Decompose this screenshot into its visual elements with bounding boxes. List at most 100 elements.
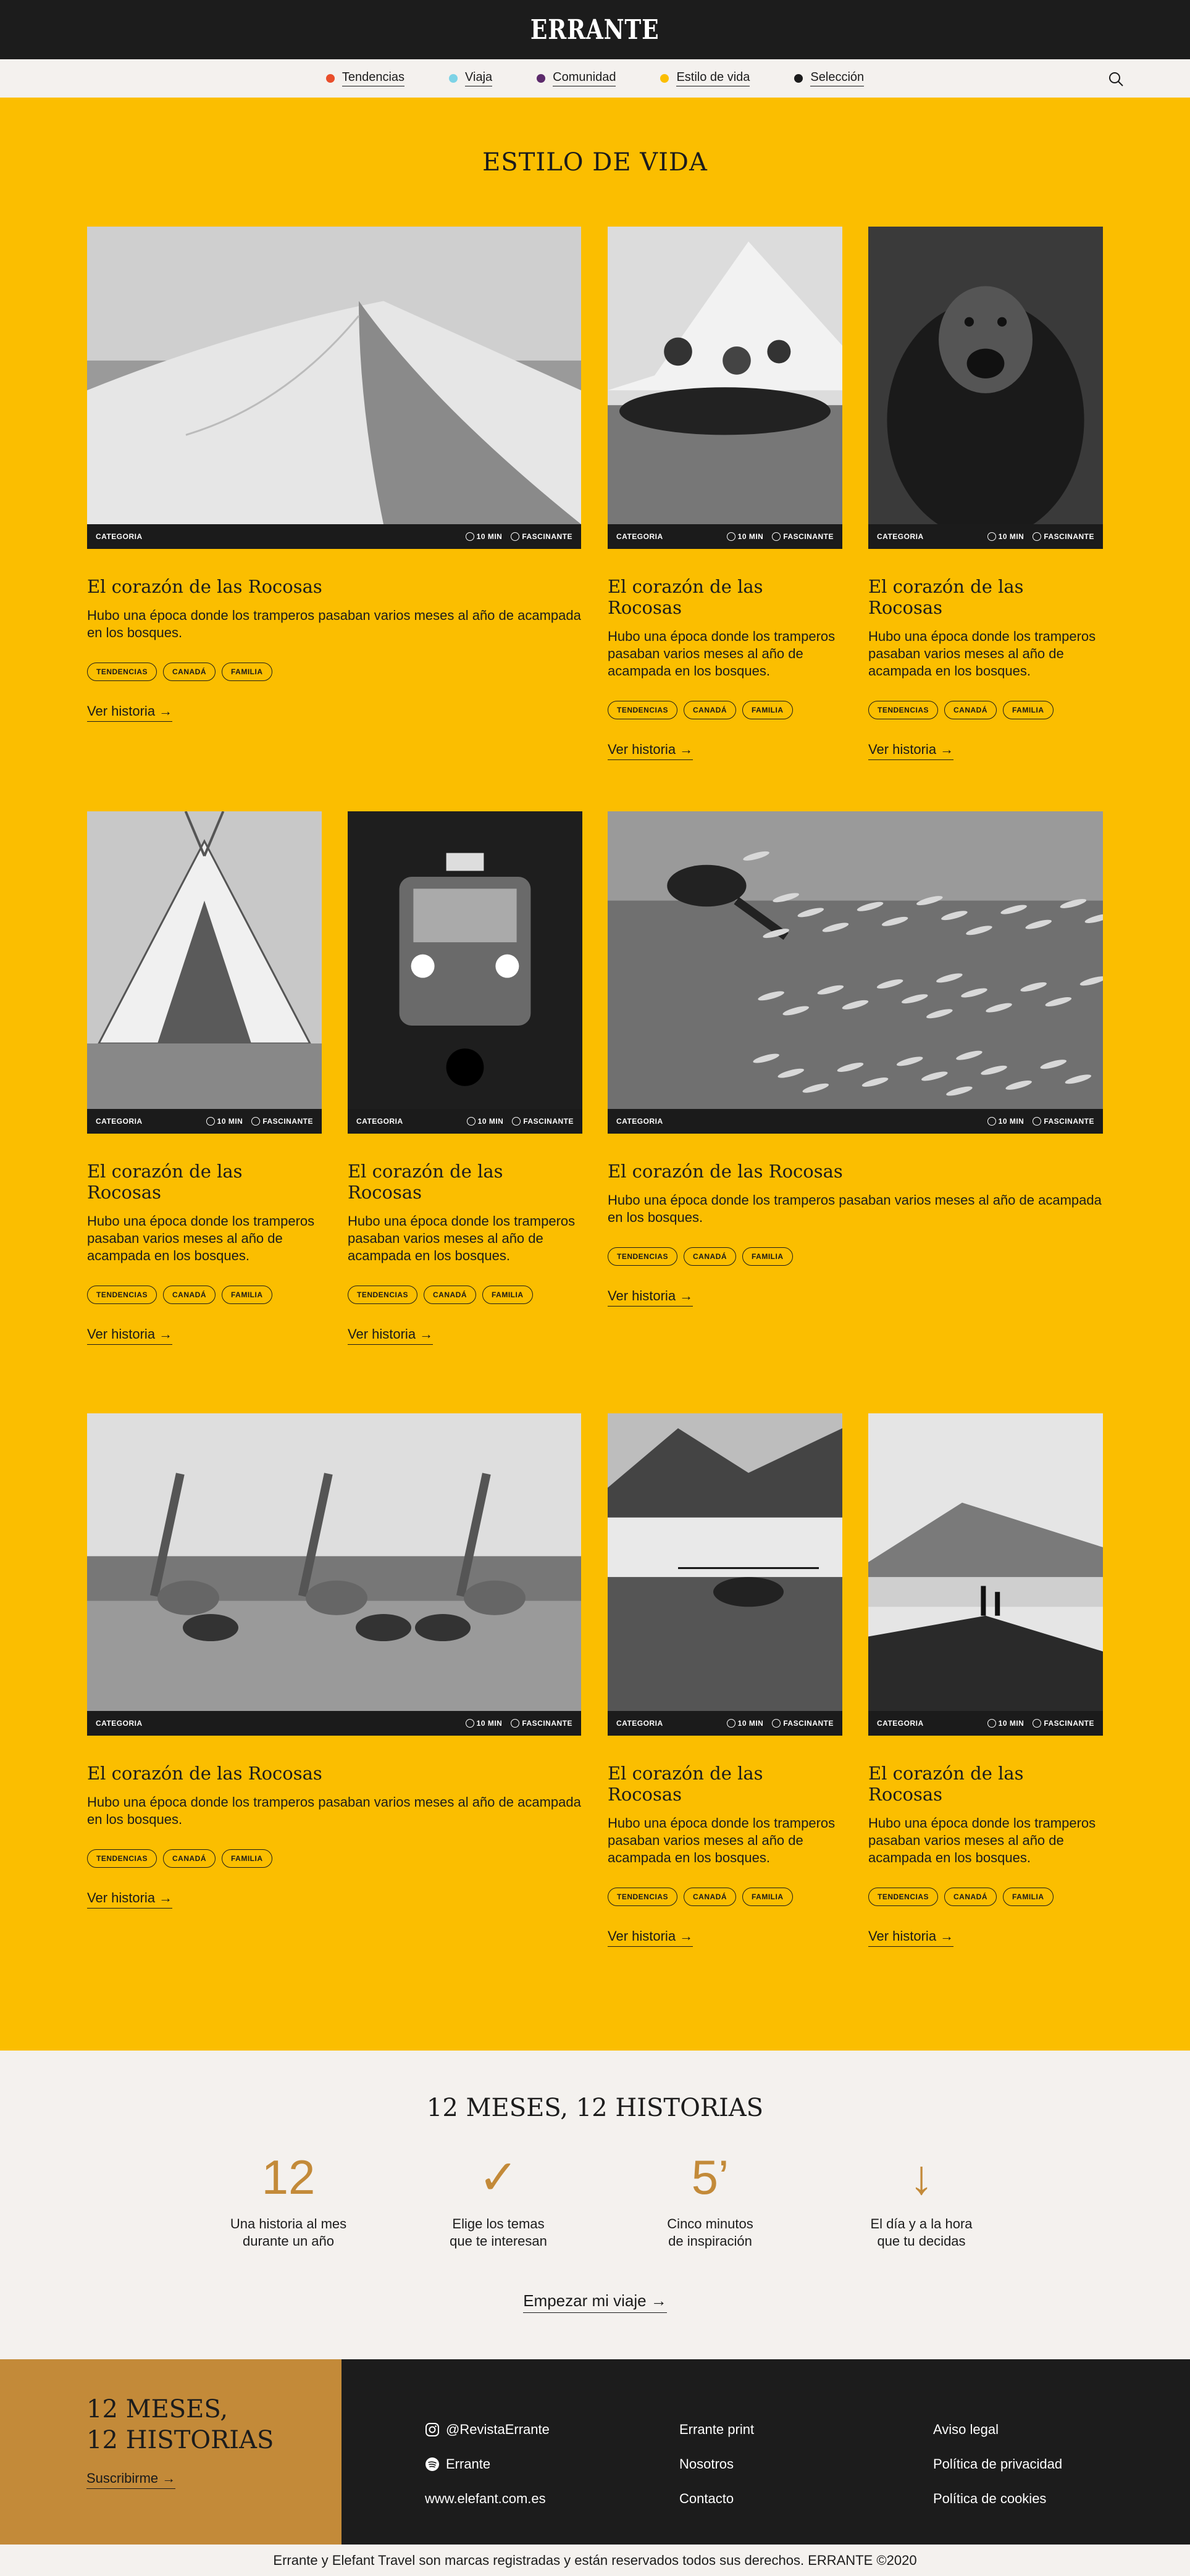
tag-tendencias[interactable]: TENDENCIAS — [608, 1247, 678, 1266]
view-story-link[interactable]: Ver historia → — [87, 1326, 173, 1345]
story-card[interactable]: CATEGORIA 10 MIN FASCINANTE El corazón d… — [868, 1413, 1103, 1947]
clock-icon — [465, 532, 474, 541]
tag-canada[interactable]: CANADÁ — [163, 1286, 216, 1304]
view-story-link[interactable]: Ver historia → — [868, 1928, 954, 1947]
card-photo[interactable] — [868, 227, 1103, 524]
tag-familia[interactable]: FAMILIA — [482, 1286, 533, 1304]
card-title[interactable]: El corazón de las Rocosas — [608, 576, 842, 618]
tag-tendencias[interactable]: TENDENCIAS — [87, 1849, 157, 1868]
card-category: CATEGORIA — [96, 1719, 143, 1728]
view-story-link[interactable]: Ver historia → — [868, 742, 954, 760]
card-title[interactable]: El corazón de las Rocosas — [868, 1763, 1103, 1805]
tag-familia[interactable]: FAMILIA — [222, 1849, 272, 1868]
card-title[interactable]: El corazón de las Rocosas — [608, 1763, 842, 1805]
card-photo[interactable] — [87, 811, 322, 1109]
nav-item-seleccion[interactable]: Selección — [794, 70, 865, 86]
view-story-link[interactable]: Ver historia → — [608, 742, 693, 760]
nav-item-comunidad[interactable]: Comunidad — [537, 70, 616, 86]
card-title[interactable]: El corazón de las Rocosas — [348, 1161, 582, 1203]
card-media[interactable]: CATEGORIA 10 MIN FASCINANTE — [87, 227, 581, 549]
card-media[interactable]: CATEGORIA 10 MIN FASCINANTE — [608, 1413, 842, 1736]
story-card[interactable]: CATEGORIA 10 MIN FASCINANTE El corazón d… — [608, 1413, 842, 1947]
tag-canada[interactable]: CANADÁ — [944, 1888, 997, 1906]
card-title[interactable]: El corazón de las Rocosas — [87, 1763, 581, 1784]
card-photo[interactable] — [87, 227, 581, 524]
site-logo[interactable]: ERRANTE — [530, 14, 660, 46]
card-media[interactable]: CATEGORIA 10 MIN FASCINANTE — [348, 811, 582, 1134]
card-media[interactable]: CATEGORIA 10 MIN FASCINANTE — [608, 227, 842, 549]
card-photo[interactable] — [87, 1413, 581, 1711]
story-card[interactable]: CATEGORIA 10 MIN FASCINANTE El corazón d… — [87, 811, 322, 1345]
spotify-link[interactable]: Errante — [425, 2447, 550, 2482]
story-card[interactable]: CATEGORIA 10 MIN FASCINANTE El corazón d… — [87, 227, 581, 722]
card-photo[interactable] — [608, 811, 1103, 1109]
story-card[interactable]: CATEGORIA 10 MIN FASCINANTE El corazón d… — [608, 811, 1103, 1307]
website-link[interactable]: www.elefant.com.es — [425, 2482, 550, 2516]
tag-familia[interactable]: FAMILIA — [742, 1247, 793, 1266]
main-nav: Tendencias Viaja Comunidad Estilo de vid… — [0, 59, 1190, 98]
card-category: CATEGORIA — [616, 1117, 663, 1126]
view-story-link[interactable]: Ver historia → — [608, 1288, 693, 1307]
card-photo[interactable] — [608, 1413, 842, 1711]
tag-familia[interactable]: FAMILIA — [1003, 701, 1054, 719]
footer-link-legal[interactable]: Aviso legal — [933, 2412, 1062, 2447]
search-icon[interactable] — [1107, 70, 1125, 88]
footer-link-about[interactable]: Nosotros — [679, 2447, 754, 2482]
footer-link-print[interactable]: Errante print — [679, 2412, 754, 2447]
card-title[interactable]: El corazón de las Rocosas — [87, 576, 581, 597]
story-card[interactable]: CATEGORIA 10 MIN FASCINANTE El corazón d… — [87, 1413, 581, 1909]
story-card[interactable]: CATEGORIA 10 MIN FASCINANTE El corazón d… — [348, 811, 582, 1345]
card-media[interactable]: CATEGORIA 10 MIN FASCINANTE — [868, 227, 1103, 549]
view-story-link[interactable]: Ver historia → — [87, 703, 173, 722]
footer-link-contact[interactable]: Contacto — [679, 2482, 754, 2516]
tag-familia[interactable]: FAMILIA — [742, 1888, 793, 1906]
card-media[interactable]: CATEGORIA 10 MIN FASCINANTE — [608, 811, 1103, 1134]
tag-familia[interactable]: FAMILIA — [222, 663, 272, 681]
tag-familia[interactable]: FAMILIA — [742, 701, 793, 719]
card-title[interactable]: El corazón de las Rocosas — [87, 1161, 322, 1203]
card-title[interactable]: El corazón de las Rocosas — [608, 1161, 1103, 1182]
card-caption-bar: CATEGORIA 10 MIN FASCINANTE — [87, 1109, 322, 1134]
tag-tendencias[interactable]: TENDENCIAS — [87, 663, 157, 681]
stat-number: 5’ — [691, 2150, 729, 2204]
card-photo[interactable] — [608, 227, 842, 524]
tag-tendencias[interactable]: TENDENCIAS — [348, 1286, 418, 1304]
tag-canada[interactable]: CANADÁ — [163, 1849, 216, 1868]
card-media[interactable]: CATEGORIA 10 MIN FASCINANTE — [868, 1413, 1103, 1736]
nav-item-viaja[interactable]: Viaja — [449, 70, 493, 86]
story-card[interactable]: CATEGORIA 10 MIN FASCINANTE El corazón d… — [868, 227, 1103, 760]
subscribe-link[interactable]: Suscribirme → — [86, 2470, 176, 2489]
card-media[interactable]: CATEGORIA 10 MIN FASCINANTE — [87, 1413, 581, 1736]
tag-canada[interactable]: CANADÁ — [684, 1247, 737, 1266]
nav-item-estilo-de-vida[interactable]: Estilo de vida — [660, 70, 750, 86]
start-journey-button[interactable]: Empezar mi viaje → — [523, 2291, 667, 2313]
tag-canada[interactable]: CANADÁ — [684, 1888, 737, 1906]
view-story-link[interactable]: Ver historia → — [87, 1890, 173, 1909]
card-mood: FASCINANTE — [1044, 1719, 1094, 1728]
tag-familia[interactable]: FAMILIA — [1003, 1888, 1054, 1906]
tag-canada[interactable]: CANADÁ — [163, 663, 216, 681]
story-card[interactable]: CATEGORIA 10 MIN FASCINANTE El corazón d… — [608, 227, 842, 760]
view-story-link[interactable]: Ver historia → — [348, 1326, 434, 1345]
nav-item-tendencias[interactable]: Tendencias — [325, 70, 405, 86]
footer-link-privacy[interactable]: Política de privacidad — [933, 2447, 1062, 2482]
tag-tendencias[interactable]: TENDENCIAS — [608, 1888, 678, 1906]
tag-canada[interactable]: CANADÁ — [944, 701, 997, 719]
tag-familia[interactable]: FAMILIA — [222, 1286, 272, 1304]
card-media[interactable]: CATEGORIA 10 MIN FASCINANTE — [87, 811, 322, 1134]
card-time: 10 MIN — [998, 1719, 1024, 1728]
tag-tendencias[interactable]: TENDENCIAS — [608, 701, 678, 719]
tag-canada[interactable]: CANADÁ — [684, 701, 737, 719]
footer-link-cookies[interactable]: Política de cookies — [933, 2482, 1062, 2516]
tag-tendencias[interactable]: TENDENCIAS — [868, 1888, 939, 1906]
tag-tendencias[interactable]: TENDENCIAS — [87, 1286, 157, 1304]
card-caption-bar: CATEGORIA 10 MIN FASCINANTE — [608, 1711, 842, 1736]
card-title[interactable]: El corazón de las Rocosas — [868, 576, 1103, 618]
tag-tendencias[interactable]: TENDENCIAS — [868, 701, 939, 719]
instagram-link[interactable]: @RevistaErrante — [425, 2412, 550, 2447]
card-photo[interactable] — [868, 1413, 1103, 1711]
card-photo[interactable] — [348, 811, 582, 1109]
tag-canada[interactable]: CANADÁ — [424, 1286, 477, 1304]
smile-icon — [1033, 532, 1042, 541]
view-story-link[interactable]: Ver historia → — [608, 1928, 693, 1947]
